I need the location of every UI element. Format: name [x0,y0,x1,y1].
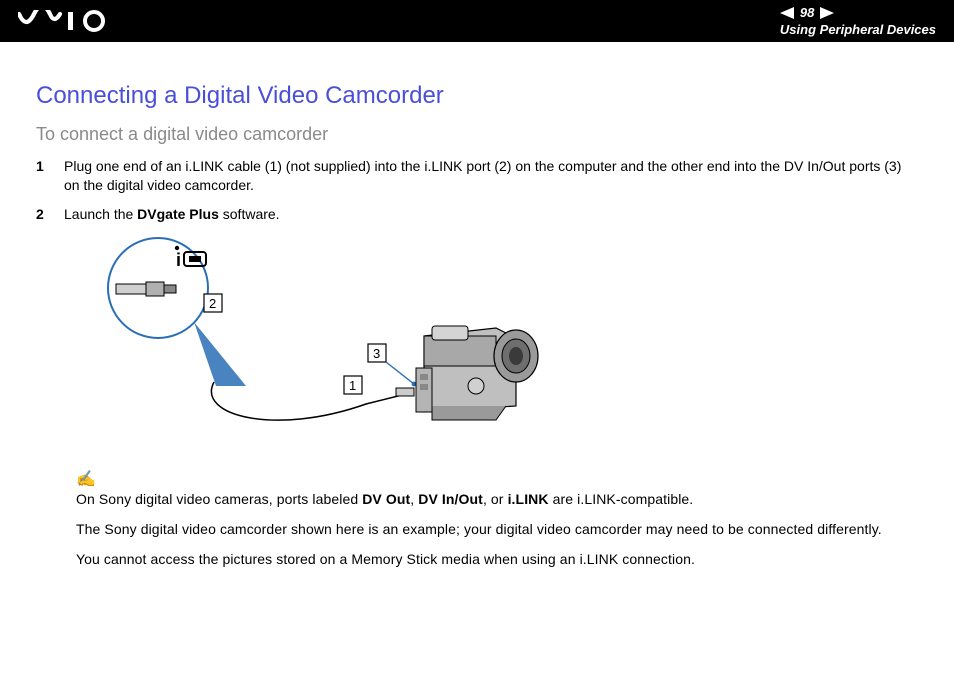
page-content: Connecting a Digital Video Camcorder To … [0,42,954,601]
page-title: Connecting a Digital Video Camcorder [36,82,918,110]
camcorder-diagram-svg: i 2 1 3 [76,236,556,446]
steps-list: 1 Plug one end of an i.LINK cable (1) (n… [36,157,918,224]
page-number: 98 [800,5,814,20]
notes-block: ✍ On Sony digital video cameras, ports l… [76,469,918,567]
step-item: 1 Plug one end of an i.LINK cable (1) (n… [36,157,918,195]
note-line-1: On Sony digital video cameras, ports lab… [76,491,918,507]
step-number: 2 [36,205,50,224]
step-number: 1 [36,157,50,195]
header-bar: 98 Using Peripheral Devices [0,0,954,42]
header-right: 98 Using Peripheral Devices [780,5,936,37]
note-icon: ✍ [76,469,918,489]
note-line-2: The Sony digital video camcorder shown h… [76,521,918,537]
next-page-icon[interactable] [820,7,834,19]
diagram: i 2 1 3 [76,236,918,451]
callout-1: 1 [349,378,356,393]
vaio-logo [18,10,114,32]
note-line-3: You cannot access the pictures stored on… [76,551,918,567]
camcorder-icon [416,326,538,420]
ilink-icon: i [176,250,181,270]
callout-2: 2 [209,296,216,311]
vaio-logo-svg [18,10,114,32]
step-text: Plug one end of an i.LINK cable (1) (not… [64,157,918,195]
page-nav: 98 [780,5,936,20]
section-label: Using Peripheral Devices [780,22,936,37]
page-subtitle: To connect a digital video camcorder [36,124,918,145]
step-text: Launch the DVgate Plus software. [64,205,280,224]
callout-3: 3 [373,346,380,361]
step-item: 2 Launch the DVgate Plus software. [36,205,918,224]
prev-page-icon[interactable] [780,7,794,19]
